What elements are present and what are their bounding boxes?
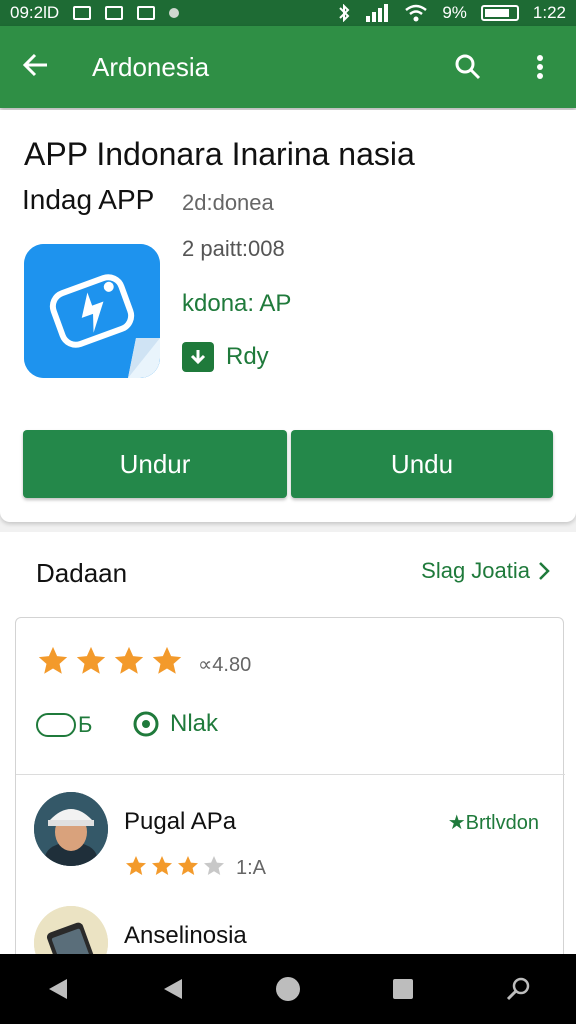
secondary-download-button[interactable]: Undu (291, 430, 553, 498)
status-bar: 09:2lD 9% 1:22 (0, 0, 576, 26)
page-title: Ardonesia (92, 51, 210, 82)
review-star-icon (176, 854, 200, 883)
triangle-back-icon-2 (163, 979, 182, 999)
developer-name[interactable]: Indag APP (22, 184, 154, 216)
app-size: 2 paitt:008 (182, 236, 285, 261)
bluetooth-icon (339, 4, 350, 22)
rating-value: ∝4.80 (198, 654, 252, 676)
rating-stars (36, 644, 184, 678)
back-button[interactable] (0, 50, 70, 84)
reviews-title: Dadaan (36, 558, 128, 588)
review-rating-stars: 1:A (124, 854, 266, 883)
divider (16, 774, 565, 775)
primary-download-button[interactable]: Undur (23, 430, 287, 498)
circle-q-icon (133, 711, 159, 737)
app-title: APP Indonara Inarina nasia (24, 136, 415, 172)
app-region: 2d:donea (182, 190, 274, 215)
nav-recents-button[interactable] (383, 969, 423, 1009)
system-nav-bar (0, 954, 576, 1024)
wifi-icon (405, 4, 428, 22)
chip-icon (36, 713, 76, 737)
summary-star-icon (112, 644, 146, 678)
battery-icon (480, 5, 519, 21)
chip-label: Б (78, 712, 93, 737)
review-star-icon (124, 854, 148, 883)
nav-assist-button[interactable] (498, 969, 538, 1009)
assist-icon (507, 977, 530, 1001)
review-rating-label: 1:A (236, 857, 267, 879)
nav-back-button-2[interactable] (153, 969, 193, 1009)
app-header-card: APP Indonara Inarina nasia Indag APP 2d:… (0, 110, 576, 522)
search-button[interactable] (432, 53, 504, 81)
signal-icon (366, 4, 389, 22)
summary-star-icon (36, 644, 70, 678)
download-badge: Rdy (182, 342, 269, 372)
battery-percent: 9% (442, 3, 467, 22)
nav-back-button[interactable] (38, 969, 78, 1009)
review-star-icon (150, 854, 174, 883)
reviewer-link[interactable]: ★Brtlvdon (448, 810, 539, 835)
app-icon (24, 244, 160, 378)
recents-square-icon (393, 979, 414, 999)
rating-chip[interactable]: Б (36, 712, 92, 738)
arrow-back-icon (22, 53, 47, 77)
notification-icon (73, 6, 92, 20)
status-time-left: 09:2lD (10, 3, 60, 22)
image-notification-icon (105, 6, 124, 20)
more-options-button[interactable] (504, 54, 576, 80)
see-all-label: Slag Joatia (421, 558, 530, 583)
search-icon (455, 54, 481, 80)
app-logo-icon (24, 244, 160, 378)
summary-star-icon (150, 644, 184, 678)
nav-home-button[interactable] (268, 969, 308, 1009)
dot-notification-icon (169, 8, 180, 18)
app-category-link[interactable]: kdona: AP (182, 290, 291, 318)
filter-chip[interactable]: Nlak (132, 710, 218, 738)
chevron-right-icon (539, 562, 550, 580)
triangle-back-icon (48, 979, 67, 999)
reviews-section: Dadaan Slag Joatia ∝4.80 Б Nlak Pugal AP… (0, 532, 576, 980)
status-time: 1:22 (532, 3, 566, 22)
chip-b-label: Nlak (170, 710, 219, 737)
review-star-icon (202, 854, 226, 883)
reviewer-name: Pugal APa (124, 808, 237, 835)
reviews-card: ∝4.80 Б Nlak Pugal APa 1:A ★Brtlvdon Ans… (15, 617, 565, 980)
see-all-reviews-link[interactable]: Slag Joatia (421, 558, 550, 584)
summary-star-icon (74, 644, 108, 678)
reviewer-name-2: Anselinosia (124, 922, 247, 949)
photo-notification-icon (137, 6, 156, 20)
app-bar: Ardonesia (0, 26, 576, 108)
more-vert-icon (537, 55, 543, 79)
badge-label: Rdy (226, 343, 269, 370)
reviewer-avatar (34, 792, 108, 866)
download-icon (182, 342, 214, 372)
home-circle-icon (275, 977, 300, 1001)
